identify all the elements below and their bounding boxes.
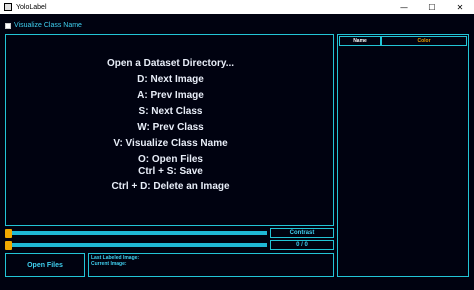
help-line-next-image: D: Next Image xyxy=(137,74,204,85)
image-count-label: 0 / 0 xyxy=(270,240,334,250)
contrast-slider-thumb[interactable] xyxy=(5,229,12,238)
help-line-delete: Ctrl + D: Delete an Image xyxy=(111,181,230,192)
app-icon xyxy=(4,3,12,11)
help-line-next-class: S: Next Class xyxy=(138,106,203,117)
contrast-label: Contrast xyxy=(270,228,334,238)
main-window: Visualize Class Name Open a Dataset Dire… xyxy=(0,14,474,290)
image-canvas[interactable]: Open a Dataset Directory... D: Next Imag… xyxy=(5,34,334,226)
help-line-prev-class: W: Prev Class xyxy=(137,122,204,133)
open-files-button[interactable]: Open Files xyxy=(5,253,85,277)
column-header-color[interactable]: Color xyxy=(381,36,467,46)
image-index-slider-thumb[interactable] xyxy=(5,241,12,250)
image-index-slider-track[interactable] xyxy=(8,243,267,247)
title-bar: YoloLabel — ☐ ✕ xyxy=(0,0,474,14)
minimize-button[interactable]: — xyxy=(390,0,418,14)
class-list-table[interactable]: Name Color xyxy=(337,34,469,277)
help-line-save: Ctrl + S: Save xyxy=(138,166,203,177)
visualize-class-name-toggle[interactable]: Visualize Class Name xyxy=(5,22,82,29)
class-table-header: Name Color xyxy=(339,36,467,46)
help-line-prev-image: A: Prev Image xyxy=(137,90,204,101)
maximize-button[interactable]: ☐ xyxy=(418,0,446,14)
visualize-checkbox[interactable] xyxy=(5,22,11,29)
help-line-visualize: V: Visualize Class Name xyxy=(113,138,228,149)
window-title: YoloLabel xyxy=(16,3,47,11)
image-info-panel: Last Labeled Image: Current Image: xyxy=(88,253,334,277)
visualize-checkbox-label[interactable]: Visualize Class Name xyxy=(14,22,82,29)
column-header-name[interactable]: Name xyxy=(339,36,381,46)
help-line-open-dataset: Open a Dataset Directory... xyxy=(106,58,235,69)
contrast-slider-track[interactable] xyxy=(8,231,267,235)
close-button[interactable]: ✕ xyxy=(446,0,474,14)
current-image-label: Current Image: xyxy=(91,261,127,267)
window-controls: — ☐ ✕ xyxy=(390,0,474,14)
help-line-open-files: O: Open Files xyxy=(137,154,203,165)
